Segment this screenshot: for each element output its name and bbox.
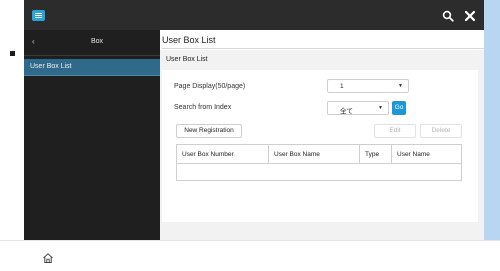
caret-down-icon: ▼ xyxy=(398,83,403,89)
page-display-label: Page Display(50/page) xyxy=(174,83,246,90)
left-margin xyxy=(0,0,24,240)
search-index-select[interactable]: 全て ▼ xyxy=(327,101,389,115)
main-content: User Box List User Box List Page Display… xyxy=(160,30,484,240)
column-header-user-box-name[interactable]: User Box Name xyxy=(269,145,360,164)
hamburger-menu-icon[interactable] xyxy=(32,10,45,21)
search-icon[interactable] xyxy=(442,10,454,22)
page-display-select[interactable]: 1 ▼ xyxy=(327,79,409,93)
edit-button[interactable]: Edit xyxy=(374,124,416,138)
sidebar: ‹ Box User Box List xyxy=(24,30,160,240)
go-button[interactable]: Go xyxy=(392,101,406,115)
column-header-user-name[interactable]: User Name xyxy=(392,145,461,164)
column-header-user-box-number[interactable]: User Box Number xyxy=(177,145,269,164)
bottom-bar xyxy=(0,240,500,271)
sidebar-item-user-box-list[interactable]: User Box List xyxy=(24,59,160,76)
title-divider xyxy=(162,48,484,49)
sidebar-header: ‹ Box xyxy=(24,30,160,56)
column-header-type[interactable]: Type xyxy=(360,145,392,164)
sidebar-title: Box xyxy=(90,38,104,45)
home-icon[interactable] xyxy=(42,252,54,264)
search-index-value: 全て xyxy=(340,108,353,115)
page-display-value: 1 xyxy=(340,83,344,90)
new-registration-button[interactable]: New Registration xyxy=(176,124,242,138)
delete-button[interactable]: Delete xyxy=(420,124,462,138)
margin-marker xyxy=(10,51,15,56)
panel-title: User Box List xyxy=(166,56,208,63)
right-bezel xyxy=(484,0,500,240)
caret-down-icon: ▼ xyxy=(378,105,383,111)
content-panel: User Box List Page Display(50/page) 1 ▼ … xyxy=(160,50,484,240)
page-title: User Box List xyxy=(162,35,216,45)
table-header: User Box Number User Box Name Type User … xyxy=(177,145,461,164)
panel-body: Page Display(50/page) 1 ▼ Search from In… xyxy=(162,70,478,222)
close-icon[interactable] xyxy=(464,10,476,22)
sidebar-item-label: User Box List xyxy=(30,63,72,70)
search-index-label: Search from Index xyxy=(174,104,232,111)
user-box-table: User Box Number User Box Name Type User … xyxy=(176,144,462,181)
top-bar xyxy=(24,0,484,30)
device-screen: ‹ Box User Box List User Box List User B… xyxy=(24,0,484,240)
